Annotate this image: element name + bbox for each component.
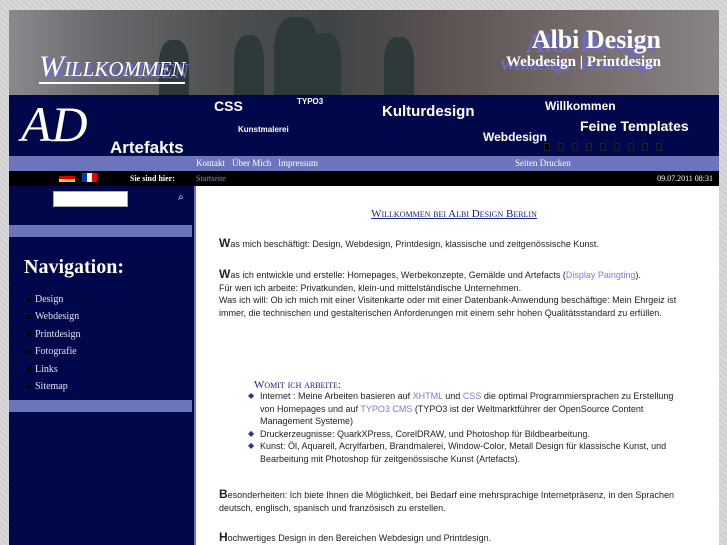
paragraph: Hochwertiges Design in den Bereichen Web… [219, 531, 689, 545]
nav-item-fotografie[interactable]: Fotografie [27, 346, 81, 363]
slide-dot[interactable] [614, 143, 620, 151]
nav-item-printdesign[interactable]: Printdesign [27, 329, 81, 346]
nav-item-design[interactable]: Design [27, 294, 81, 311]
quadriga-image [309, 33, 341, 95]
search-input[interactable] [53, 191, 128, 207]
navigation-heading: Navigation: [24, 256, 124, 278]
datetime: 09.07.2011 08:31 [657, 174, 713, 183]
main-content: Willkommen bei Albi Design Berlin Was mi… [198, 186, 719, 545]
tools-list: Internet : Meine Arbeiten basieren auf X… [248, 390, 680, 465]
css-link[interactable]: CSS [463, 391, 482, 401]
slide-dot[interactable] [656, 143, 662, 151]
slide-dot[interactable] [600, 143, 606, 151]
breadcrumb-label: Sie sind hier: [130, 174, 175, 183]
sidebar: ⌕ Navigation: Design Webdesign Printdesi… [9, 186, 196, 545]
slide-dot[interactable] [558, 143, 564, 151]
menu-ueber-mich[interactable]: Über Mich [232, 158, 271, 168]
slide-dot[interactable] [642, 143, 648, 151]
flag-fr-icon[interactable] [82, 173, 97, 182]
text: ). [635, 270, 641, 280]
tag-feine-templates[interactable]: Feine Templates [580, 118, 689, 134]
text: ochwertiges Design in den Bereichen Webd… [227, 533, 492, 543]
typo3-link[interactable]: TYPO3 CMS [360, 404, 412, 414]
initial: B [219, 487, 228, 501]
quadriga-image [384, 37, 414, 95]
brand: Albi Design Webdesign | Printdesign [506, 26, 661, 71]
slide-dot[interactable] [586, 143, 592, 151]
tag-kunstmalerei[interactable]: Kunstmalerei [238, 125, 289, 134]
page-title: Willkommen bei Albi Design Berlin [371, 208, 537, 220]
tag-css[interactable]: CSS [214, 98, 243, 114]
header-banner: Willkommen Albi Design Webdesign | Print… [9, 10, 719, 95]
quadriga-image [234, 35, 264, 95]
list-item: Kunst: Öl, Aquarell, Acrylfarben, Brandm… [248, 440, 680, 465]
initial: H [219, 530, 228, 544]
text: Internet : Meine Arbeiten basieren auf [260, 391, 413, 401]
list-item: Internet : Meine Arbeiten basieren auf X… [248, 390, 680, 428]
initial: W [219, 236, 231, 250]
slide-dot[interactable] [544, 143, 550, 151]
menu-kontakt[interactable]: Kontakt [196, 158, 225, 168]
search-icon[interactable]: ⌕ [178, 192, 184, 203]
tag-kulturdesign[interactable]: Kulturdesign [382, 103, 475, 120]
print-link[interactable]: Seiten Drucken [515, 158, 571, 168]
tag-band: AD Artefakts CSS TYPO3 Kunstmalerei Kult… [9, 95, 719, 156]
page: Willkommen Albi Design Webdesign | Print… [9, 10, 719, 545]
text: und [442, 391, 463, 401]
text: as mich beschäftigt: Design, Webdesign, … [230, 239, 599, 249]
tag-webdesign[interactable]: Webdesign [483, 130, 547, 144]
flag-de-icon[interactable] [59, 173, 75, 182]
paragraph: Besonderheiten: Ich biete Ihnen die Mögl… [219, 488, 689, 514]
slide-dot[interactable] [572, 143, 578, 151]
brand-subtitle: Webdesign | Printdesign [506, 54, 661, 70]
nav-item-links[interactable]: Links [27, 364, 81, 381]
text: esonderheiten: Ich biete Ihnen die Mögli… [219, 490, 674, 513]
menu-impressum[interactable]: Impressum [278, 158, 318, 168]
xhtml-link[interactable]: XHTML [413, 391, 443, 401]
sidebar-divider [9, 225, 192, 237]
nav-item-sitemap[interactable]: Sitemap [27, 381, 81, 398]
top-menu: Kontakt Über Mich Impressum Seiten Druck… [9, 156, 719, 171]
tag-typo3[interactable]: TYPO3 [297, 97, 323, 106]
nav-list: Design Webdesign Printdesign Fotografie … [27, 294, 81, 398]
tag-willkommen[interactable]: Willkommen [545, 99, 616, 113]
paragraph: Was ich entwickle und erstelle: Homepage… [219, 268, 689, 319]
display-painting-link[interactable]: Display Paingting [566, 270, 636, 280]
breadcrumb: Sie sind hier: Startseite 09.07.2011 08:… [9, 171, 719, 186]
artefakts-label: Artefakts [110, 138, 184, 156]
sidebar-divider [9, 400, 192, 412]
nav-item-webdesign[interactable]: Webdesign [27, 311, 81, 328]
slide-dot[interactable] [628, 143, 634, 151]
initial: W [219, 267, 231, 281]
paragraph: Was mich beschäftigt: Design, Webdesign,… [219, 237, 689, 251]
logo: AD [21, 96, 88, 152]
text: Was ich will: Ob ich mich mit einer Visi… [219, 295, 677, 318]
welcome-heading: Willkommen [39, 50, 186, 84]
list-item: Druckerzeugnisse: QuarkXPress, CorelDRAW… [248, 428, 680, 441]
breadcrumb-current[interactable]: Startseite [196, 174, 226, 183]
text: as ich entwickle und erstelle: Homepages… [230, 270, 566, 280]
brand-title: Albi Design [531, 25, 661, 54]
text: Für wen ich arbeite: Privatkunden, klein… [219, 282, 522, 293]
